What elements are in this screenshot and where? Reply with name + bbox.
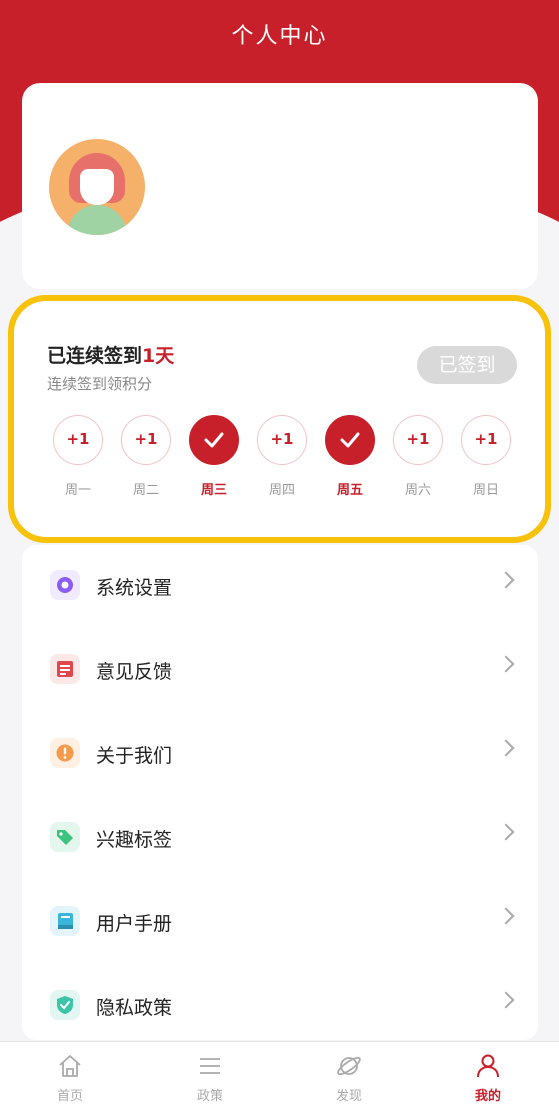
day-checked-circle[interactable] xyxy=(189,415,239,465)
menu-item-label: 关于我们 xyxy=(96,745,173,767)
day-item-tue: +1 周二 xyxy=(120,415,172,498)
day-reward: +1 xyxy=(270,430,294,448)
signin-subtitle: 连续签到领积分 xyxy=(47,375,153,393)
avatar[interactable] xyxy=(49,139,145,235)
menu-item-label: 用户手册 xyxy=(96,913,173,935)
menu-item-feedback[interactable]: 意见反馈 xyxy=(22,629,538,713)
feedback-icon xyxy=(50,654,80,684)
user-icon xyxy=(477,1054,499,1078)
menu-item-system-settings[interactable]: 系统设置 xyxy=(22,545,538,629)
menu-item-user-manual[interactable]: 用户手册 xyxy=(22,881,538,965)
signin-card: 已连续签到1天 连续签到领积分 已签到 +1 周一 +1 周二 周三 +1 周四… xyxy=(8,295,551,543)
tab-label: 政策 xyxy=(196,1089,223,1104)
day-label: 周一 xyxy=(64,483,91,498)
day-label: 周四 xyxy=(268,483,295,498)
tab-label: 首页 xyxy=(56,1089,83,1104)
settings-icon xyxy=(50,570,80,600)
day-item-sun: +1 周日 xyxy=(460,415,512,498)
day-reward-circle[interactable]: +1 xyxy=(121,415,171,465)
day-checked-circle[interactable] xyxy=(325,415,375,465)
day-item-thu: +1 周四 xyxy=(256,415,308,498)
chevron-right-icon xyxy=(497,907,515,925)
avatar-face xyxy=(80,169,114,205)
signin-streak-days: 1天 xyxy=(142,345,175,367)
menu-item-label: 兴趣标签 xyxy=(96,829,173,851)
info-icon xyxy=(50,738,80,768)
day-reward: +1 xyxy=(406,430,430,448)
tab-home[interactable]: 首页 xyxy=(20,1042,120,1113)
day-item-fri: 周五 xyxy=(324,415,376,498)
menu-item-label: 系统设置 xyxy=(96,577,173,599)
day-label: 周三 xyxy=(200,483,227,498)
day-item-sat: +1 周六 xyxy=(392,415,444,498)
bottom-tab-bar: 首页 政策 发现 我的 xyxy=(0,1041,559,1113)
planet-icon xyxy=(337,1056,361,1076)
day-label: 周二 xyxy=(132,483,159,498)
menu-item-privacy-policy[interactable]: 隐私政策 xyxy=(22,965,538,1049)
settings-menu: 系统设置 意见反馈 关于我们 兴趣标签 用户手册 隐私政策 xyxy=(22,545,538,1040)
tag-icon xyxy=(50,822,80,852)
chevron-right-icon xyxy=(497,655,515,673)
day-reward: +1 xyxy=(66,430,90,448)
page-title: 个人中心 xyxy=(231,24,328,49)
menu-item-interest-tags[interactable]: 兴趣标签 xyxy=(22,797,538,881)
chevron-right-icon xyxy=(497,739,515,757)
menu-item-label: 意见反馈 xyxy=(96,661,173,683)
signin-streak-title: 已连续签到1天 xyxy=(47,341,174,368)
day-reward-circle[interactable]: +1 xyxy=(461,415,511,465)
day-item-wed: 周三 xyxy=(188,415,240,498)
chevron-right-icon xyxy=(497,571,515,589)
signin-title-prefix: 已连续签到 xyxy=(47,345,143,367)
day-reward-circle[interactable]: +1 xyxy=(393,415,443,465)
menu-item-label: 隐私政策 xyxy=(96,997,173,1019)
profile-card xyxy=(22,83,538,289)
home-icon xyxy=(59,1055,81,1077)
avatar-body xyxy=(67,205,127,235)
menu-item-about-us[interactable]: 关于我们 xyxy=(22,713,538,797)
day-reward: +1 xyxy=(474,430,498,448)
tab-discover[interactable]: 发现 xyxy=(299,1042,399,1113)
signed-in-button[interactable]: 已签到 xyxy=(417,346,517,384)
day-label: 周六 xyxy=(404,483,431,498)
tab-label: 发现 xyxy=(335,1089,362,1104)
day-reward: +1 xyxy=(134,430,158,448)
list-icon xyxy=(200,1058,220,1074)
day-reward-circle[interactable]: +1 xyxy=(53,415,103,465)
tab-mine[interactable]: 我的 xyxy=(438,1042,538,1113)
check-icon xyxy=(204,432,224,448)
signin-days-row: +1 周一 +1 周二 周三 +1 周四 周五 +1 周六 +1 周日 xyxy=(52,415,512,505)
tab-label: 我的 xyxy=(474,1089,501,1104)
shield-icon xyxy=(50,990,80,1020)
chevron-right-icon xyxy=(497,991,515,1009)
chevron-right-icon xyxy=(497,823,515,841)
tab-policy[interactable]: 政策 xyxy=(160,1042,260,1113)
check-icon xyxy=(340,432,360,448)
book-icon xyxy=(50,906,80,936)
day-label: 周五 xyxy=(336,483,363,498)
day-label: 周日 xyxy=(472,483,499,498)
day-reward-circle[interactable]: +1 xyxy=(257,415,307,465)
day-item-mon: +1 周一 xyxy=(52,415,104,498)
